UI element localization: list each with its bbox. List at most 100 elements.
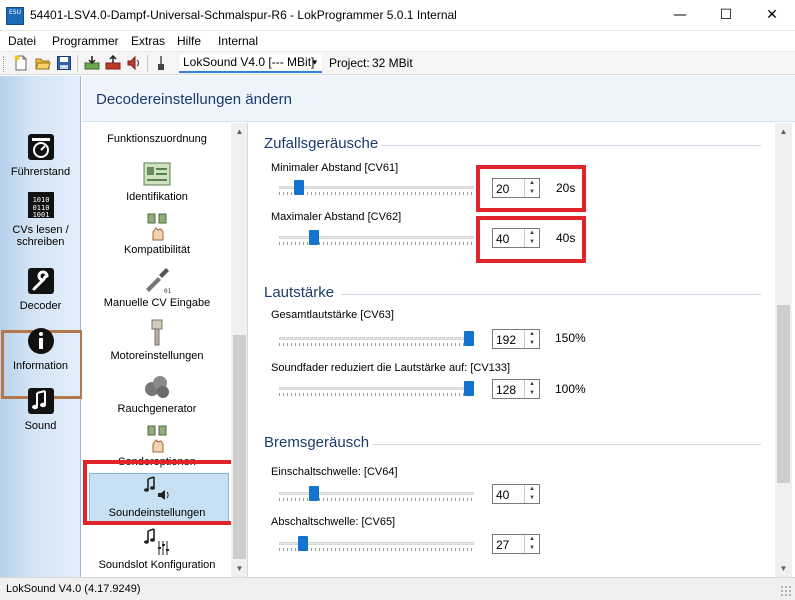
left-navigation: Führerstand 1010 0110 1001 CVs lesen / s… — [0, 76, 83, 577]
slider-cv65[interactable] — [279, 534, 474, 554]
close-button[interactable]: ✕ — [749, 0, 795, 30]
nav-label-cvs-line1: CVs lesen / — [12, 224, 69, 236]
category-item-kompatibilitaet[interactable]: Kompatibilität — [82, 212, 232, 256]
spin-up-icon[interactable]: ▲ — [525, 380, 539, 389]
open-folder-icon[interactable] — [35, 55, 51, 71]
scroll-down-arrow-icon[interactable]: ▼ — [775, 560, 792, 577]
slider-thumb[interactable] — [294, 180, 304, 195]
slider-cv61[interactable] — [279, 178, 474, 198]
cv65-value: 27 — [496, 538, 510, 552]
wrench-icon — [27, 268, 54, 294]
cv64-input[interactable]: 40 ▲ ▼ — [492, 484, 540, 504]
nav-item-information[interactable]: Information — [0, 326, 81, 372]
category-item-manuelle-cv[interactable]: 01 Manuelle CV Eingabe — [82, 265, 232, 309]
cv64-value: 40 — [496, 488, 510, 502]
cv133-percent: 100% — [555, 382, 586, 396]
spin-down-icon[interactable]: ▼ — [525, 389, 539, 398]
read-decoder-icon[interactable] — [84, 55, 100, 71]
field-label-cv63: Gesamtlautstärke [CV63] — [271, 309, 394, 321]
manual-cv-icon: 01 — [146, 268, 172, 295]
cv65-input[interactable]: 27 ▲ ▼ — [492, 534, 540, 554]
toolbar: LokSound V4.0 [--- MBit] ▾ Project: 32 M… — [0, 51, 795, 75]
cv63-input[interactable]: 192 ▲ ▼ — [492, 329, 540, 349]
category-item-funktionszuordnung[interactable]: Funktionszuordnung — [82, 123, 232, 145]
annotation-box-cv62 — [476, 216, 586, 263]
category-label: Rauchgenerator — [117, 403, 197, 415]
menu-datei[interactable]: Datei — [8, 34, 36, 48]
field-label-cv133: Soundfader reduziert die Lautstärke auf:… — [271, 362, 511, 374]
menu-bar: Datei Programmer Extras Hilfe Internal — [0, 31, 795, 51]
id-card-icon — [143, 162, 171, 186]
save-icon[interactable] — [56, 55, 72, 71]
slider-thumb[interactable] — [309, 486, 319, 501]
spin-down-icon[interactable]: ▼ — [525, 339, 539, 348]
annotation-box-cv61 — [476, 165, 586, 212]
page-title: Decodereinstellungen ändern — [96, 91, 292, 108]
nav-item-sound[interactable]: Sound — [0, 386, 81, 432]
category-scroll-thumb[interactable] — [233, 335, 246, 559]
slider-thumb[interactable] — [464, 331, 474, 346]
app-logo-icon: ESU — [6, 7, 24, 25]
spin-down-icon[interactable]: ▼ — [525, 494, 539, 503]
cv63-percent: 150% — [555, 331, 586, 345]
new-file-icon[interactable] — [13, 55, 29, 71]
svg-text:01: 01 — [164, 288, 172, 295]
group-divider — [373, 444, 761, 445]
nav-label-information: Information — [12, 360, 69, 372]
project-label: Project: — [329, 56, 370, 70]
svg-text:1001: 1001 — [32, 211, 49, 219]
menu-hilfe[interactable]: Hilfe — [177, 34, 201, 48]
category-item-rauchgenerator[interactable]: Rauchgenerator — [82, 371, 232, 415]
slider-cv64[interactable] — [279, 484, 474, 504]
nav-item-cvs[interactable]: 1010 0110 1001 CVs lesen / schreiben — [0, 190, 81, 248]
toolbar-separator — [147, 55, 148, 72]
field-label-cv65: Abschaltschwelle: [CV65] — [271, 516, 396, 528]
cv133-input[interactable]: 128 ▲ ▼ — [492, 379, 540, 399]
group-divider — [341, 294, 761, 295]
slider-thumb[interactable] — [309, 230, 319, 245]
scroll-up-arrow-icon[interactable]: ▲ — [775, 123, 792, 140]
play-sound-icon[interactable] — [126, 55, 142, 71]
resize-grip-icon[interactable] — [780, 585, 792, 597]
slider-cv133[interactable] — [279, 379, 474, 399]
cab-gauge-icon — [27, 134, 54, 160]
settings-scroll-thumb[interactable] — [777, 305, 790, 483]
spin-up-icon[interactable]: ▲ — [525, 485, 539, 494]
slider-thumb[interactable] — [298, 536, 308, 551]
main-header: Decodereinstellungen ändern — [82, 76, 795, 122]
tool-icon[interactable] — [153, 55, 169, 71]
nav-item-fuehrerstand[interactable]: Führerstand — [0, 132, 81, 178]
category-item-identifikation[interactable]: Identifikation — [82, 159, 232, 203]
group-title-bremsgeraeusch: Bremsgeräusch — [264, 434, 370, 451]
category-item-soundslot[interactable]: Soundslot Konfiguration — [82, 527, 232, 571]
category-label: Motoreinstellungen — [110, 350, 204, 362]
minimize-button[interactable]: — — [657, 0, 703, 30]
menu-extras[interactable]: Extras — [131, 34, 165, 48]
nav-label-fuehrerstand: Führerstand — [10, 166, 71, 178]
cv63-value: 192 — [496, 333, 517, 347]
project-size-value: 32 MBit — [372, 56, 413, 70]
nav-item-decoder[interactable]: Decoder — [0, 266, 81, 312]
menu-programmer[interactable]: Programmer — [52, 34, 119, 48]
scroll-down-arrow-icon[interactable]: ▼ — [231, 560, 247, 577]
write-decoder-icon[interactable] — [105, 55, 121, 71]
spin-up-icon[interactable]: ▲ — [525, 330, 539, 339]
decoder-type-select[interactable]: LokSound V4.0 [--- MBit] ▾ — [179, 54, 322, 73]
soundslot-icon — [144, 528, 169, 555]
spin-down-icon[interactable]: ▼ — [525, 544, 539, 553]
slider-cv63[interactable] — [279, 329, 474, 349]
menu-internal[interactable]: Internal — [218, 34, 258, 48]
maximize-button[interactable]: ☐ — [703, 0, 749, 30]
toolbar-grip[interactable] — [3, 56, 6, 72]
category-scrollbar[interactable]: ▲ ▼ — [231, 123, 247, 577]
group-divider — [381, 145, 761, 146]
motor-piston-icon — [151, 319, 163, 346]
spin-up-icon[interactable]: ▲ — [525, 535, 539, 544]
scroll-up-arrow-icon[interactable]: ▲ — [231, 123, 247, 140]
slider-cv62[interactable] — [279, 228, 474, 248]
settings-scrollbar[interactable]: ▲ ▼ — [775, 123, 792, 577]
category-item-motoreinstellungen[interactable]: Motoreinstellungen — [82, 318, 232, 362]
category-label: Kompatibilität — [123, 244, 191, 256]
slider-thumb[interactable] — [464, 381, 474, 396]
special-options-icon — [147, 425, 167, 453]
